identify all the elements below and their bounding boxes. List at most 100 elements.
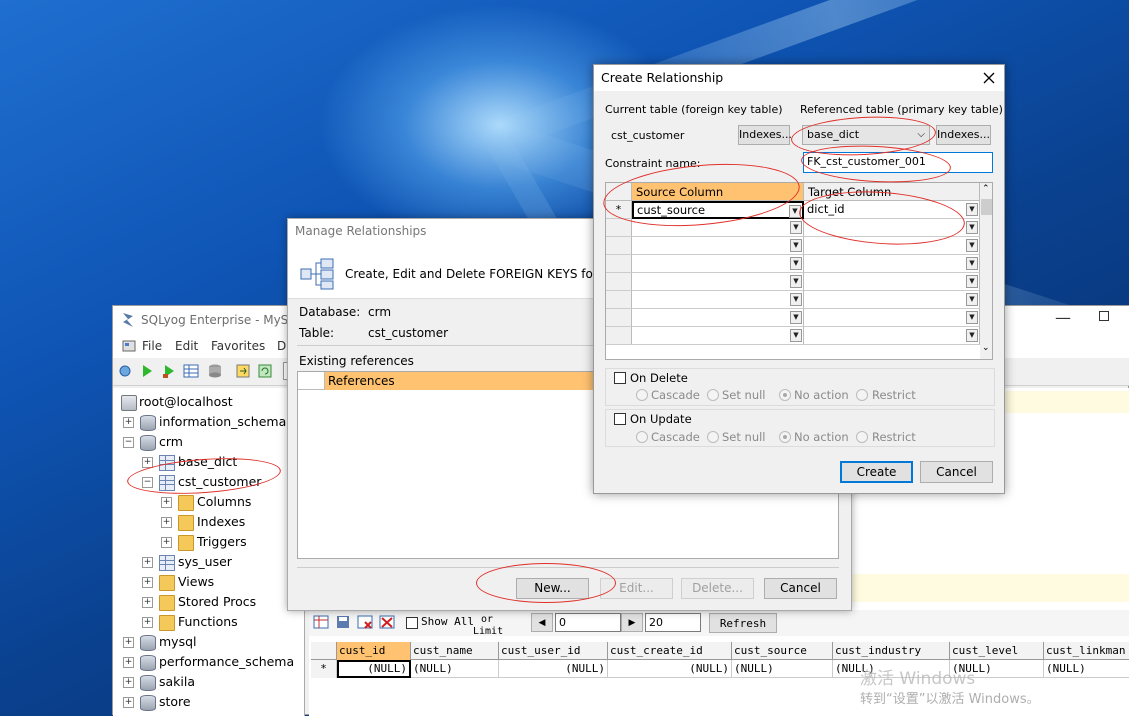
target-column-cell[interactable]: ▼ bbox=[804, 309, 980, 327]
scroll-up-icon[interactable]: ⌃ bbox=[982, 184, 990, 194]
on-delete-restrict-radio[interactable] bbox=[856, 389, 868, 401]
on-update-noaction-radio[interactable] bbox=[779, 431, 791, 443]
new-connection-icon[interactable] bbox=[117, 363, 133, 379]
dropdown-arrow-icon[interactable]: ▼ bbox=[790, 293, 802, 306]
source-column-cell[interactable]: ▼ bbox=[632, 291, 804, 309]
dropdown-arrow-icon[interactable]: ▼ bbox=[966, 311, 978, 324]
new-button[interactable]: New... bbox=[516, 578, 589, 599]
delete-all-icon[interactable] bbox=[379, 614, 395, 630]
execute-icon[interactable] bbox=[139, 363, 155, 379]
source-column-header[interactable]: Source Column bbox=[632, 183, 804, 201]
grid-col-header[interactable]: cust_user_id bbox=[499, 642, 608, 660]
expand-icon[interactable]: + bbox=[142, 617, 153, 628]
target-column-cell[interactable]: ▼ bbox=[804, 273, 980, 291]
tree-db-information-schema[interactable]: + information_schema bbox=[123, 412, 303, 432]
grid-col-header[interactable]: cust_industry bbox=[833, 642, 950, 660]
connection-icon[interactable] bbox=[121, 338, 137, 354]
target-column-cell[interactable]: ▼ bbox=[804, 219, 980, 237]
referenced-indexes-button[interactable]: Indexes... bbox=[936, 125, 991, 145]
expand-icon[interactable]: + bbox=[123, 637, 134, 648]
grid-col-header[interactable]: cust_create_id bbox=[608, 642, 732, 660]
expand-icon[interactable]: + bbox=[123, 417, 134, 428]
source-column-cell[interactable]: cust_source ▼ bbox=[632, 201, 804, 219]
expand-icon[interactable]: + bbox=[123, 677, 134, 688]
on-update-setnull-radio[interactable] bbox=[707, 431, 719, 443]
tree-db-crm[interactable]: − crm bbox=[123, 432, 303, 452]
grid-col-header[interactable]: cust_name bbox=[411, 642, 499, 660]
menu-database[interactable]: D bbox=[277, 339, 286, 353]
dropdown-arrow-icon[interactable]: ▼ bbox=[966, 329, 978, 342]
collapse-icon[interactable]: − bbox=[142, 477, 153, 488]
referenced-table-select[interactable]: base_dict ⌵ bbox=[802, 125, 930, 145]
close-icon[interactable] bbox=[983, 72, 995, 84]
dropdown-arrow-icon[interactable]: ▼ bbox=[790, 257, 802, 270]
expand-icon[interactable]: + bbox=[161, 517, 172, 528]
grid-col-header[interactable]: cust_id bbox=[337, 642, 411, 660]
expand-icon[interactable]: + bbox=[142, 577, 153, 588]
save-icon[interactable] bbox=[335, 614, 351, 630]
dropdown-arrow-icon[interactable]: ▼ bbox=[790, 311, 802, 324]
target-column-cell[interactable]: ▼ bbox=[804, 255, 980, 273]
on-delete-setnull-radio[interactable] bbox=[707, 389, 719, 401]
minimize-icon[interactable]: — bbox=[1055, 308, 1071, 327]
grid-col-header[interactable]: cust_linkman bbox=[1044, 642, 1129, 660]
expand-icon[interactable]: + bbox=[142, 557, 153, 568]
on-delete-cascade-radio[interactable] bbox=[636, 389, 648, 401]
tree-table-cst-customer[interactable]: − cst_customer bbox=[142, 472, 302, 492]
delete-button[interactable]: Delete... bbox=[681, 578, 754, 599]
mapping-row[interactable]: ▼ ▼ bbox=[606, 237, 980, 255]
scroll-down-icon[interactable]: ⌄ bbox=[982, 343, 990, 353]
current-indexes-button[interactable]: Indexes... bbox=[738, 125, 792, 145]
tree-server[interactable]: root@localhost bbox=[119, 392, 299, 412]
dropdown-arrow-icon[interactable]: ▼ bbox=[966, 203, 978, 216]
collapse-icon[interactable]: − bbox=[123, 437, 134, 448]
offset-input[interactable]: 0 bbox=[555, 613, 621, 632]
source-column-cell[interactable]: ▼ bbox=[632, 255, 804, 273]
target-column-cell[interactable]: dict_id ▼ bbox=[804, 201, 980, 219]
maximize-icon[interactable] bbox=[1099, 311, 1109, 321]
source-column-cell[interactable]: ▼ bbox=[632, 309, 804, 327]
source-column-cell[interactable]: ▼ bbox=[632, 327, 804, 345]
source-column-cell[interactable]: ▼ bbox=[632, 237, 804, 255]
grid-col-header[interactable]: cust_source bbox=[732, 642, 833, 660]
dropdown-arrow-icon[interactable]: ▼ bbox=[790, 221, 802, 234]
menu-edit[interactable]: Edit bbox=[175, 339, 198, 353]
mapping-row[interactable]: * cust_source ▼ dict_id ▼ bbox=[606, 201, 980, 219]
database-tool-icon[interactable] bbox=[207, 363, 223, 379]
delete-row-icon[interactable] bbox=[357, 614, 373, 630]
expand-icon[interactable]: + bbox=[161, 537, 172, 548]
expand-icon[interactable]: + bbox=[142, 457, 153, 468]
mapping-row[interactable]: ▼ ▼ bbox=[606, 255, 980, 273]
target-column-cell[interactable]: ▼ bbox=[804, 291, 980, 309]
tree-folder-triggers[interactable]: + Triggers bbox=[161, 532, 301, 552]
source-column-cell[interactable]: ▼ bbox=[632, 219, 804, 237]
grid-cell[interactable]: (NULL) bbox=[732, 660, 833, 678]
tree-folder-indexes[interactable]: + Indexes bbox=[161, 512, 301, 532]
on-update-checkbox[interactable] bbox=[614, 413, 626, 425]
tree-table-sys-user[interactable]: + sys_user bbox=[142, 552, 302, 572]
limit-input[interactable]: 20 bbox=[645, 613, 701, 632]
constraint-name-input[interactable]: FK_cst_customer_001 bbox=[803, 152, 993, 173]
tree-folder-functions[interactable]: + Functions bbox=[142, 612, 302, 632]
tree-db-store[interactable]: + store bbox=[123, 692, 303, 712]
prev-page-button[interactable]: ◀ bbox=[531, 613, 553, 632]
table-row[interactable]: * (NULL) (NULL) (NULL) (NULL) (NULL) (NU… bbox=[311, 660, 1129, 678]
tree-db-sakila[interactable]: + sakila bbox=[123, 672, 303, 692]
execute-all-icon[interactable] bbox=[161, 363, 177, 379]
dropdown-arrow-icon[interactable]: ▼ bbox=[790, 275, 802, 288]
scrollbar-thumb[interactable] bbox=[981, 199, 992, 215]
export-icon[interactable] bbox=[235, 363, 251, 379]
grid-cell[interactable]: (NULL) bbox=[337, 660, 411, 678]
tree-db-mysql[interactable]: + mysql bbox=[123, 632, 303, 652]
show-all-checkbox[interactable] bbox=[406, 617, 418, 629]
dropdown-arrow-icon[interactable]: ▼ bbox=[790, 239, 802, 252]
dropdown-arrow-icon[interactable]: ▼ bbox=[966, 293, 978, 306]
tree-folder-columns[interactable]: + Columns bbox=[161, 492, 301, 512]
dropdown-arrow-icon[interactable]: ▼ bbox=[789, 205, 801, 218]
on-update-cascade-radio[interactable] bbox=[636, 431, 648, 443]
menu-file[interactable]: File bbox=[142, 339, 162, 353]
refresh-button[interactable]: Refresh bbox=[709, 613, 777, 633]
tree-folder-stored-procs[interactable]: + Stored Procs bbox=[142, 592, 302, 612]
table-grid-icon[interactable] bbox=[183, 363, 199, 379]
dropdown-arrow-icon[interactable]: ▼ bbox=[966, 275, 978, 288]
